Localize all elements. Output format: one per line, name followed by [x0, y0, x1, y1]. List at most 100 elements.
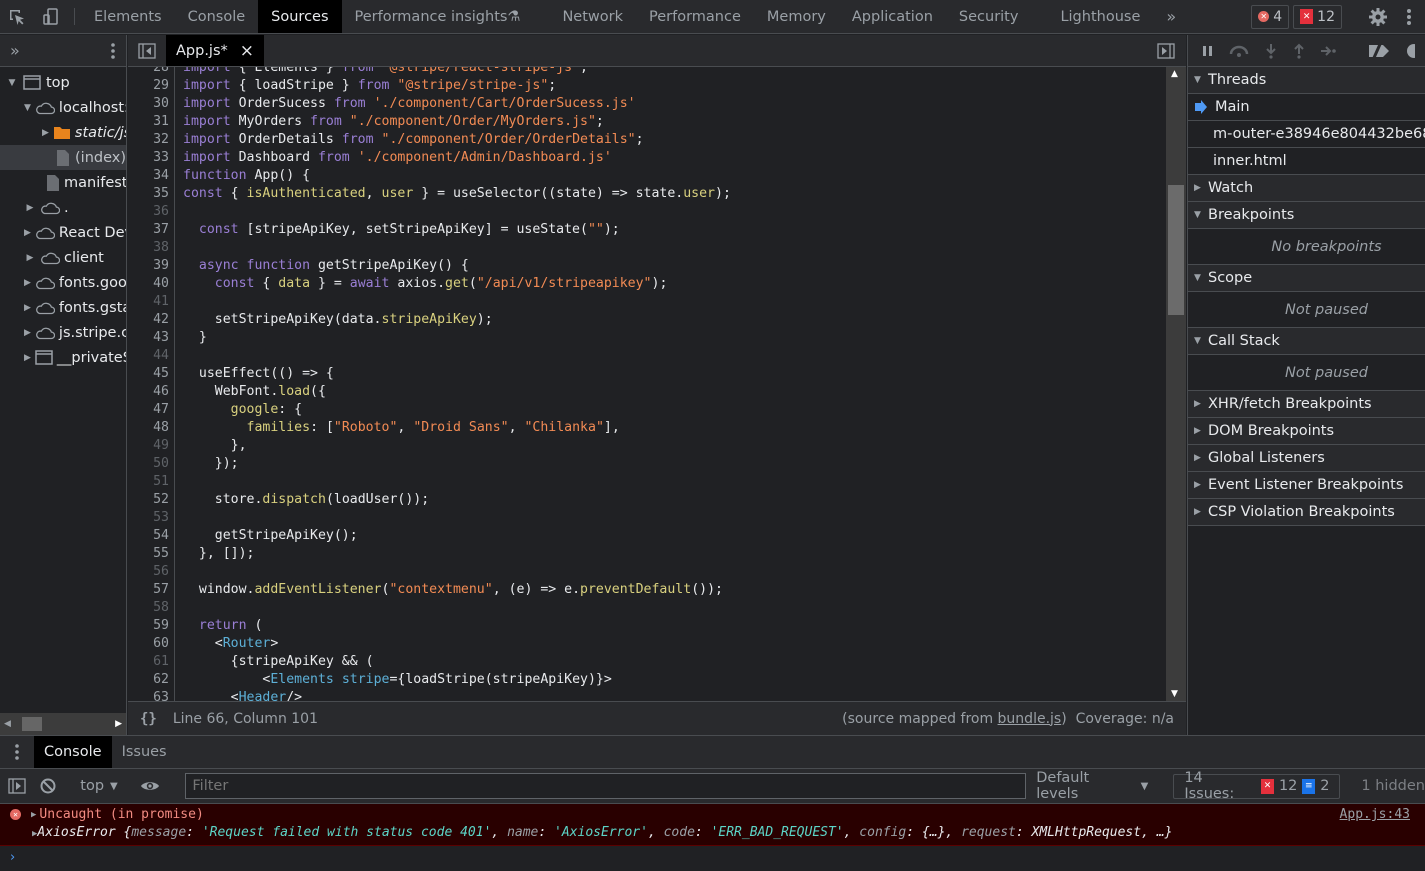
bundle-js-link[interactable]: bundle.js [998, 711, 1062, 727]
step-into-icon[interactable] [1264, 43, 1278, 59]
line-number[interactable]: 62 [128, 671, 175, 689]
tree-item[interactable]: ▶ client [0, 245, 126, 270]
code-line[interactable]: 41 [128, 293, 731, 311]
more-tabs-button[interactable]: » [1153, 0, 1189, 33]
drawer-menu-button[interactable] [0, 736, 34, 768]
expand-arrow-icon[interactable]: ▶ [24, 278, 31, 288]
line-number[interactable]: 32 [128, 131, 175, 149]
line-number[interactable]: 53 [128, 509, 175, 527]
code-line[interactable]: 52 store.dispatch(loadUser()); [128, 491, 731, 509]
line-number[interactable]: 60 [128, 635, 175, 653]
line-number[interactable]: 37 [128, 221, 175, 239]
line-number[interactable]: 49 [128, 437, 175, 455]
line-number[interactable]: 35 [128, 185, 175, 203]
line-number[interactable]: 42 [128, 311, 175, 329]
scroll-up-arrow[interactable]: ▲ [1171, 69, 1178, 79]
tree-item[interactable]: ▶ js.stripe.com [0, 320, 126, 345]
tab-security[interactable]: Security [946, 0, 1032, 33]
scrollbar-thumb[interactable] [1168, 185, 1184, 315]
tree-item[interactable]: ▶ fonts.googleapis.com [0, 270, 126, 295]
code-line[interactable]: 28 import { Elements } from "@stripe/reac… [128, 67, 731, 77]
code-line[interactable]: 33 import Dashboard from './component/Adm… [128, 149, 731, 167]
code-line[interactable]: 35 const { isAuthenticated, user } = useS… [128, 185, 731, 203]
step-over-icon[interactable] [1228, 44, 1250, 58]
line-number[interactable]: 38 [128, 239, 175, 257]
expand-arrow-icon[interactable]: ▶ [24, 303, 31, 313]
close-tab-icon[interactable]: × [240, 41, 254, 61]
tree-item[interactable]: ▶ React Developer Tools [0, 220, 126, 245]
issues-badge[interactable]: ✕ 12 [1293, 4, 1342, 29]
code-line[interactable]: 37 const [stripeApiKey, setStripeApiKey]… [128, 221, 731, 239]
code-line[interactable]: 42 setStripeApiKey(data.stripeApiKey); [128, 311, 731, 329]
code-line[interactable]: 45 useEffect(() => { [128, 365, 731, 383]
line-number[interactable]: 52 [128, 491, 175, 509]
line-number[interactable]: 54 [128, 527, 175, 545]
toggle-debugger-button[interactable] [1146, 35, 1186, 66]
section-dom-breakpoints[interactable]: ▶ DOM Breakpoints [1188, 418, 1425, 445]
line-number[interactable]: 63 [128, 689, 175, 701]
code-line[interactable]: 59 return ( [128, 617, 731, 635]
code-line[interactable]: 30 import OrderSucess from './component/C… [128, 95, 731, 113]
tab-elements[interactable]: Elements [81, 0, 175, 33]
line-number[interactable]: 48 [128, 419, 175, 437]
code-line[interactable]: 50 }); [128, 455, 731, 473]
line-number[interactable]: 51 [128, 473, 175, 491]
step-icon[interactable] [1320, 45, 1338, 57]
line-number[interactable]: 50 [128, 455, 175, 473]
line-number[interactable]: 29 [128, 77, 175, 95]
section-global-listeners[interactable]: ▶ Global Listeners [1188, 445, 1425, 472]
expand-arrow-icon[interactable]: ▶ [24, 203, 36, 213]
line-number[interactable]: 31 [128, 113, 175, 131]
code-line[interactable]: 62 <Elements stripe={loadStripe(stripeAp… [128, 671, 731, 689]
line-number[interactable]: 28 [128, 67, 175, 77]
code-line[interactable]: 36 [128, 203, 731, 221]
code-line[interactable]: 61 {stripeApiKey && ( [128, 653, 731, 671]
code-line[interactable]: 49 }, [128, 437, 731, 455]
section-call-stack[interactable]: ▼ Call Stack [1188, 328, 1425, 355]
tree-item[interactable]: ▼ top [0, 70, 126, 95]
line-number[interactable]: 39 [128, 257, 175, 275]
code-line[interactable]: 57 window.addEventListener("contextmenu"… [128, 581, 731, 599]
code-line[interactable]: 53 [128, 509, 731, 527]
scrollbar-thumb[interactable] [22, 717, 42, 731]
error-object[interactable]: ▶AxiosError {message: 'Request failed wi… [32, 825, 1172, 840]
line-number[interactable]: 36 [128, 203, 175, 221]
context-selector[interactable]: top ▼ [76, 778, 121, 794]
collapse-arrow-icon[interactable]: ▼ [24, 103, 31, 113]
pause-icon[interactable] [1202, 44, 1214, 58]
line-number[interactable]: 56 [128, 563, 175, 581]
drawer-tab-issues[interactable]: Issues [112, 736, 177, 768]
code-line[interactable]: 60 <Router> [128, 635, 731, 653]
tree-item[interactable]: ▼ localhost:3000 [0, 95, 126, 120]
tree-item[interactable]: (index) [0, 145, 126, 170]
code-line[interactable]: 55 }, []); [128, 545, 731, 563]
code-line[interactable]: 29 import { loadStripe } from "@stripe/st… [128, 77, 731, 95]
errors-badge[interactable]: ✕ 4 [1251, 4, 1290, 29]
line-number[interactable]: 40 [128, 275, 175, 293]
error-source-link[interactable]: App.js:43 [1340, 807, 1410, 822]
line-number[interactable]: 34 [128, 167, 175, 185]
code-line[interactable]: 47 google: { [128, 401, 731, 419]
settings-button[interactable] [1363, 7, 1393, 27]
tab-performance[interactable]: Performance [636, 0, 754, 33]
line-number[interactable]: 30 [128, 95, 175, 113]
scroll-right-arrow[interactable]: ▶ [115, 719, 122, 729]
tree-item[interactable]: ▶. [0, 195, 126, 220]
expand-arrow-icon[interactable]: ▶ [24, 328, 31, 338]
line-number[interactable]: 61 [128, 653, 175, 671]
scroll-down-arrow[interactable]: ▼ [1171, 689, 1178, 699]
thread-item[interactable]: m-outer-e38946e804432be68f64 [1188, 121, 1425, 148]
section-threads[interactable]: ▼ Threads [1188, 67, 1425, 94]
code-line[interactable]: 56 [128, 563, 731, 581]
tab-console[interactable]: Console [175, 0, 259, 33]
code-line[interactable]: 40 const { data } = await axios.get("/ap… [128, 275, 731, 293]
section-scope[interactable]: ▼ Scope [1188, 265, 1425, 292]
pause-on-exceptions-icon[interactable] [1405, 42, 1415, 60]
console-prompt[interactable]: › [10, 850, 15, 865]
customize-menu-button[interactable] [1397, 7, 1421, 27]
code-line[interactable]: 63 <Header/> [128, 689, 731, 701]
tab-performance-insights[interactable]: Performance insights ⚗ [342, 0, 534, 33]
collapse-arrow-icon[interactable]: ▼ [6, 78, 18, 88]
code-line[interactable]: 38 [128, 239, 731, 257]
section-breakpoints[interactable]: ▼ Breakpoints [1188, 202, 1425, 229]
